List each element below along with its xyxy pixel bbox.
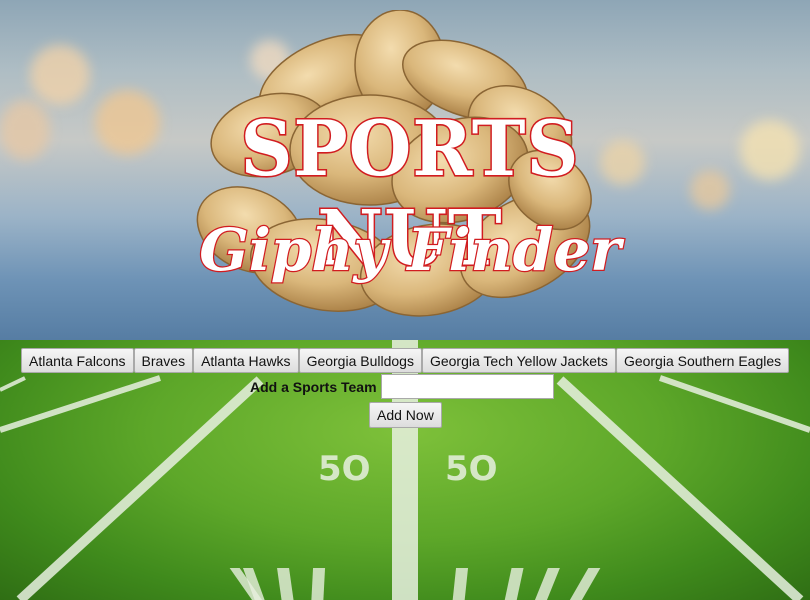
team-button-braves[interactable]: Braves: [133, 348, 194, 373]
team-button-georgia-southern-eagles[interactable]: Georgia Southern Eagles: [615, 348, 790, 373]
add-team-form: Add a Sports Team: [250, 374, 554, 399]
add-team-label: Add a Sports Team: [250, 378, 377, 395]
team-button-atlanta-falcons[interactable]: Atlanta Falcons: [21, 348, 134, 373]
bokeh-light: [30, 45, 90, 105]
team-button-georgia-tech-yellow-jackets[interactable]: Georgia Tech Yellow Jackets: [421, 348, 616, 373]
logo-subtitle: Giphy Finder: [198, 215, 622, 286]
bokeh-light: [0, 100, 50, 160]
add-now-button[interactable]: Add Now: [369, 402, 442, 428]
svg-text:5O: 5O: [445, 449, 498, 489]
team-name-input[interactable]: [380, 374, 554, 399]
team-buttons: Atlanta Falcons Braves Atlanta Hawks Geo…: [21, 348, 790, 373]
svg-text:5O: 5O: [318, 449, 371, 489]
bokeh-light: [740, 120, 800, 180]
site-logo: SPORTS NUT Giphy Finder: [150, 9, 670, 330]
team-button-atlanta-hawks[interactable]: Atlanta Hawks: [193, 348, 299, 373]
bokeh-light: [690, 170, 730, 210]
team-button-georgia-bulldogs[interactable]: Georgia Bulldogs: [298, 348, 422, 373]
